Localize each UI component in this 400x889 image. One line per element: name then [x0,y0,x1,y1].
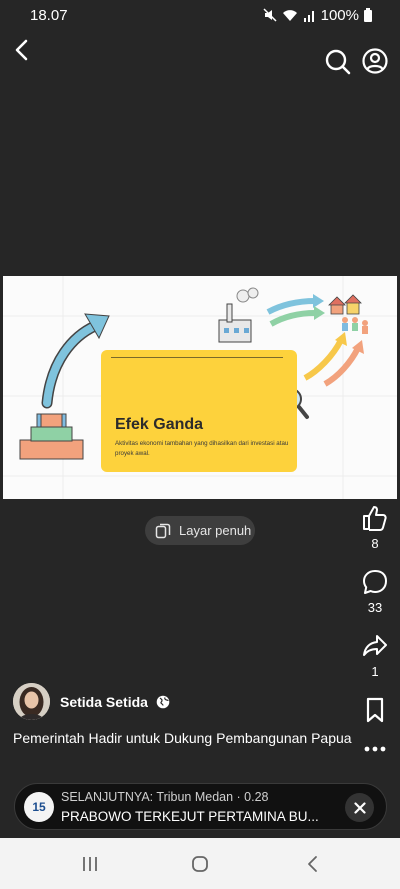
share-icon [363,635,387,656]
top-bar [0,30,400,90]
more-button[interactable] [350,745,400,753]
share-button[interactable]: 1 [350,632,400,679]
home-button[interactable] [188,852,212,876]
card-title: Efek Ganda [115,416,204,433]
nav-back-button[interactable] [300,852,324,876]
status-bar: 18.07 100% [0,0,400,30]
video-caption[interactable]: Pemerintah Hadir untuk Dukung Pembanguna… [13,729,353,748]
status-icons: 100% [263,7,372,24]
close-icon [353,801,366,814]
status-time: 18.07 [30,6,68,24]
card-divider [111,357,283,358]
channel-logo: 15 [24,792,54,822]
fullscreen-button[interactable]: Layar penuh [145,516,255,545]
close-button[interactable] [345,793,374,822]
like-icon [363,506,387,531]
home-icon [192,856,208,872]
card-description: Aktivitas ekonomi tambahan yang dihasilk… [115,440,289,457]
search-button[interactable] [324,48,352,76]
next-label: SELANJUTNYA: Tribun Medan · 0.28 [61,790,269,804]
system-nav-bar [0,838,400,889]
more-icon [364,746,386,752]
comment-count: 33 [367,600,383,615]
signal-icon [303,10,314,22]
share-count: 1 [371,664,379,679]
info-card: Efek Ganda Aktivitas ekonomi tambahan ya… [101,350,297,472]
fullscreen-icon [155,523,171,538]
avatar[interactable] [13,683,50,720]
recents-button[interactable] [78,852,102,876]
next-video-bar[interactable]: 15 SELANJUTNYA: Tribun Medan · 0.28 PRAB… [14,783,387,830]
globe-icon [156,695,170,708]
author-name[interactable]: Setida Setida [60,694,148,710]
recents-icon [83,857,97,871]
fullscreen-label: Layar penuh [179,523,252,538]
like-count: 8 [371,536,379,551]
back-button[interactable] [8,34,36,66]
profile-button[interactable] [361,47,389,75]
profile-icon [362,48,388,74]
bookmark-button[interactable] [350,697,400,723]
comment-button[interactable]: 33 [350,568,400,615]
battery-icon [364,8,372,22]
comment-icon [363,570,387,594]
mute-icon [263,8,277,22]
like-button[interactable]: 8 [350,504,400,551]
nav-back-icon [308,856,317,872]
bookmark-icon [366,697,384,723]
battery-text: 100% [320,6,359,24]
wifi-icon [282,9,297,21]
search-icon [325,49,351,75]
video-player[interactable]: Efek Ganda Aktivitas ekonomi tambahan ya… [3,276,397,499]
next-title: PRABOWO TERKEJUT PERTAMINA BU... [61,809,319,824]
author-row[interactable]: Setida Setida [13,683,170,720]
avatar-image [13,683,50,720]
back-icon [15,39,28,61]
